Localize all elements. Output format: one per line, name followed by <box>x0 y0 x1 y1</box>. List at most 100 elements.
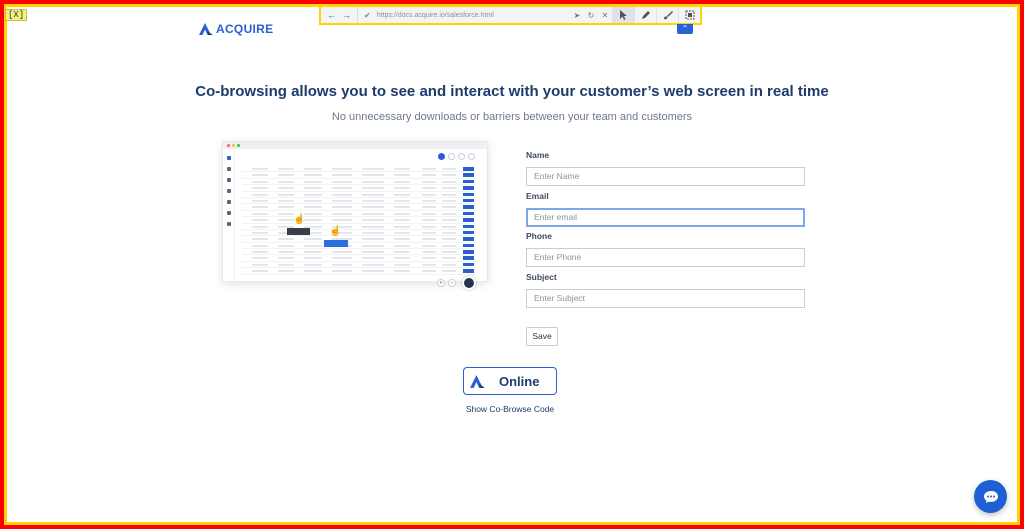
subject-group: Subject Enter Subject <box>526 272 805 313</box>
preview-cell <box>394 263 410 266</box>
overlay-tag[interactable]: [X] <box>5 9 28 21</box>
pointer-icon[interactable] <box>612 7 634 23</box>
preview-nav-icon <box>226 189 231 193</box>
preview-cell <box>304 263 322 266</box>
pen-icon[interactable] <box>634 7 656 23</box>
brush-icon[interactable] <box>656 7 678 23</box>
chat-bubble-icon[interactable] <box>974 480 1007 513</box>
preview-cell <box>278 212 294 215</box>
preview-cell <box>252 180 268 183</box>
preview-cell <box>278 251 294 254</box>
online-status-button[interactable]: Online <box>463 367 557 395</box>
save-button[interactable]: Save <box>526 327 558 346</box>
preview-cell <box>332 251 352 254</box>
preview-cell <box>252 238 268 241</box>
preview-row-button <box>463 167 474 171</box>
preview-cell <box>422 263 436 266</box>
preview-cell <box>332 187 352 190</box>
preview-cell <box>422 180 436 183</box>
online-label: Online <box>499 373 540 389</box>
preview-cell <box>442 168 456 170</box>
preview-cell <box>252 199 268 202</box>
reload-icon[interactable]: ↻ <box>584 11 598 20</box>
preview-cell <box>252 219 268 222</box>
name-field[interactable]: Enter Name <box>526 167 805 186</box>
preview-cell <box>442 187 456 190</box>
preview-row-button <box>463 218 474 222</box>
preview-row-button <box>463 224 474 229</box>
page-subtitle: No unnecessary downloads or barriers bet… <box>331 111 693 123</box>
toolbar-url-bar: ✔ https://docs.acquire.io/salesforce.htm… <box>358 7 570 23</box>
preview-row-button <box>463 230 474 235</box>
preview-cell <box>362 225 384 228</box>
preview-cell <box>252 187 268 190</box>
preview-cell <box>278 174 294 177</box>
preview-nav-icon <box>226 178 231 182</box>
preview-cell <box>394 257 410 260</box>
preview-cell <box>442 180 456 183</box>
preview-cell <box>332 270 352 273</box>
preview-cell <box>278 193 294 196</box>
preview-cell <box>394 193 410 196</box>
preview-cell <box>252 231 268 234</box>
preview-cell <box>394 212 410 215</box>
preview-cell <box>278 263 294 266</box>
zoom-out-icon: − <box>448 279 456 287</box>
preview-cell <box>362 193 384 196</box>
preview-table <box>242 166 475 275</box>
url-text[interactable]: https://docs.acquire.io/salesforce.html <box>377 12 494 19</box>
arrow-left-icon[interactable]: ← <box>327 10 336 20</box>
close-icon[interactable]: ✕ <box>598 11 612 20</box>
preview-cell <box>304 168 322 170</box>
preview-cell <box>394 231 410 234</box>
preview-cell <box>442 193 456 196</box>
preview-cell <box>362 212 384 215</box>
preview-cell <box>394 244 410 247</box>
arrow-right-icon[interactable]: → <box>342 10 351 20</box>
name-group: Name Enter Name <box>526 150 805 191</box>
preview-cell <box>442 270 456 273</box>
contact-form: Name Enter Name Email Enter email Phone … <box>526 150 805 312</box>
chevron-up-icon[interactable]: ⌃ <box>677 24 693 34</box>
preview-cell <box>252 257 268 260</box>
preview-table-row <box>242 268 475 275</box>
preview-cell <box>304 193 322 196</box>
preview-cell <box>278 168 294 170</box>
phone-field[interactable]: Enter Phone <box>526 248 805 267</box>
phone-label: Phone <box>526 231 552 241</box>
preview-cell <box>422 168 436 170</box>
locate-icon[interactable]: ➤ <box>570 11 584 20</box>
preview-dot <box>237 144 240 147</box>
name-label: Name <box>526 150 550 160</box>
preview-cell <box>362 219 384 222</box>
preview-row-button <box>463 173 474 177</box>
preview-cell <box>422 270 436 273</box>
preview-cell <box>362 174 384 177</box>
preview-cell <box>422 206 436 209</box>
preview-cell <box>278 257 294 260</box>
preview-cell <box>442 263 456 266</box>
preview-cell <box>332 199 352 202</box>
dashboard-preview-image: ☝ ☝ + − <box>222 141 488 290</box>
subject-field[interactable]: Enter Subject <box>526 288 805 308</box>
acquire-logo-icon <box>199 23 213 35</box>
preview-tool-icon <box>458 153 465 160</box>
avatar <box>462 276 476 290</box>
preview-cell <box>394 270 410 273</box>
preview-cell <box>394 187 410 190</box>
preview-cell <box>252 225 268 228</box>
preview-cell <box>304 206 322 209</box>
screenshot-icon[interactable] <box>678 7 700 23</box>
email-field[interactable]: Enter email <box>526 207 805 227</box>
email-label: Email <box>526 190 549 201</box>
preview-cell <box>252 212 268 215</box>
preview-cell <box>394 168 410 170</box>
preview-cell <box>442 257 456 260</box>
phone-group: Phone Enter Phone <box>526 231 805 272</box>
preview-toolbar <box>438 153 475 160</box>
preview-cell <box>332 212 352 215</box>
show-cobrowse-code-link[interactable]: Show Co-Browse Code <box>0 404 1020 414</box>
email-group: Email Enter email <box>526 191 805 232</box>
preview-cell <box>304 187 322 190</box>
acquire-logo[interactable]: ACQUIRE <box>199 22 273 36</box>
